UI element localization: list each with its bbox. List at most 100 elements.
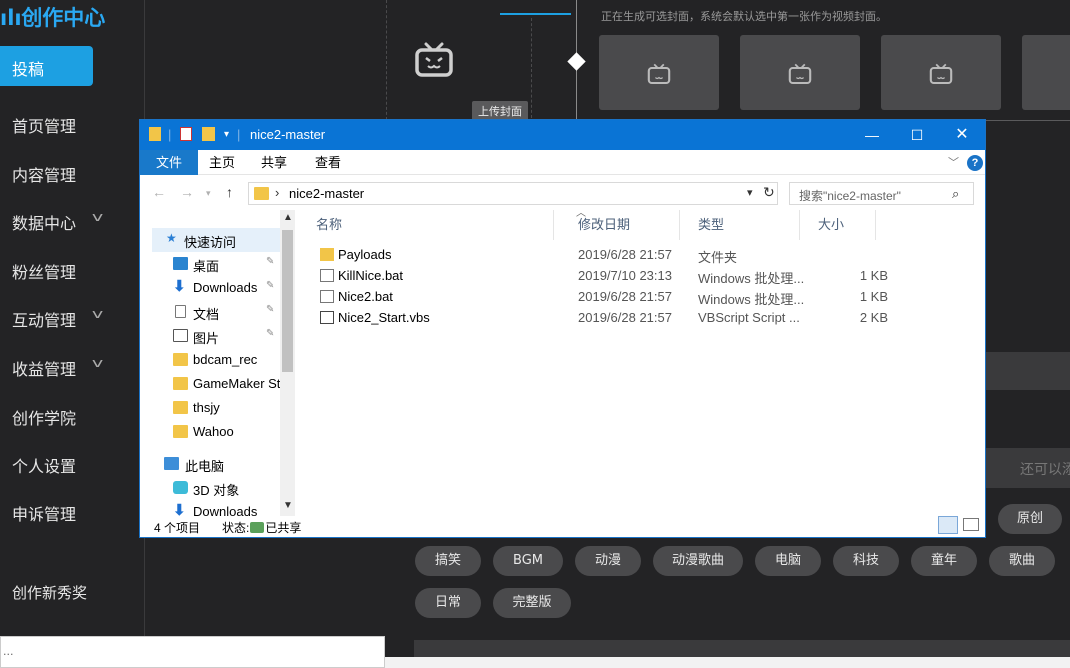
column-header-name[interactable]: 名称 [298, 210, 554, 240]
cube-icon [173, 481, 188, 494]
bottom-input-field[interactable]: ... [0, 636, 385, 668]
tab-view[interactable]: 查看 [304, 150, 352, 175]
pin-icon[interactable]: ✎ [266, 280, 274, 291]
nav-item-settings[interactable]: 个人设置 [12, 453, 76, 477]
nav-item-data-center[interactable]: 数据中心 v [12, 210, 103, 234]
file-explorer-window[interactable]: | ▾ | nice2-master — ☐ ✕ 文件 主页 共享 查看 ﹀ ?… [139, 119, 986, 538]
sidebar-item-pictures[interactable]: 图片 ✎ [140, 324, 280, 348]
nav-item-fans[interactable]: 粉丝管理 [12, 259, 76, 283]
tab-home[interactable]: 主页 [198, 150, 246, 175]
cover-thumbnail[interactable] [740, 35, 860, 110]
quick-access-dropdown-icon[interactable]: ▾ [224, 129, 229, 140]
tag-chip[interactable]: 电脑 [755, 546, 821, 576]
nav-item-academy[interactable]: 创作学院 [12, 405, 76, 429]
nav-item-appeal[interactable]: 申诉管理 [12, 501, 76, 525]
sidebar-item-quick-access[interactable]: ★ 快速访问 [152, 228, 280, 252]
maximize-button[interactable]: ☐ [894, 120, 940, 150]
tag-input[interactable]: 还可以添 [986, 448, 1070, 488]
original-tag-button[interactable]: 原创 [998, 504, 1062, 534]
sidebar-item-thsjy[interactable]: thsjy [140, 396, 280, 420]
pin-icon[interactable]: ✎ [266, 304, 274, 315]
folder-icon [173, 353, 188, 366]
chevron-down-icon[interactable]: ﹀ [948, 154, 959, 170]
scroll-down-icon[interactable]: ▼ [283, 500, 293, 511]
tag-chip[interactable]: 科技 [833, 546, 899, 576]
creator-brand[interactable]: ılı 创作中心 [0, 2, 105, 32]
breadcrumb-separator-icon[interactable]: › [275, 185, 279, 200]
brand-title: 创作中心 [21, 6, 106, 30]
cover-thumbnail[interactable] [599, 35, 719, 110]
back-arrow-icon[interactable]: ← [152, 184, 166, 200]
file-date: 2019/6/28 21:57 [578, 289, 672, 304]
large-icons-view-icon[interactable] [963, 518, 979, 531]
tag-chip[interactable]: BGM [493, 546, 563, 576]
sidebar-item-wahoo[interactable]: Wahoo [140, 420, 280, 444]
file-size: 1 KB [859, 268, 888, 283]
minimize-button[interactable]: — [849, 120, 895, 150]
sidebar-item-3d-objects[interactable]: 3D 对象 [140, 476, 280, 500]
tag-chip[interactable]: 动漫 [575, 546, 641, 576]
tab-share[interactable]: 共享 [250, 150, 298, 175]
pin-icon[interactable]: ✎ [266, 256, 274, 267]
file-row-nice2-start[interactable]: Nice2_Start.vbs 2019/6/28 21:57 VBScript… [298, 308, 898, 329]
nav-item-label: 个人设置 [12, 457, 77, 476]
refresh-icon[interactable]: ↻ [763, 184, 775, 201]
chevron-down-icon[interactable]: ▾ [747, 186, 753, 199]
file-row-nice2[interactable]: Nice2.bat 2019/6/28 21:57 Windows 批处理...… [298, 287, 898, 308]
sidebar-item-downloads-pc[interactable]: ⬇ Downloads [140, 500, 280, 516]
sidebar-item-label: 此电脑 [185, 459, 225, 474]
upload-button[interactable]: 投稿 [0, 46, 93, 86]
breadcrumb[interactable]: nice2-master [289, 186, 364, 201]
upload-cover-button[interactable]: 上传封面 [472, 101, 528, 121]
tab-file[interactable]: 文件 [140, 150, 198, 175]
nav-scrollbar[interactable]: ▲ ▼ [280, 210, 295, 516]
forward-arrow-icon[interactable]: → [180, 184, 194, 200]
sidebar-item-bdcam[interactable]: bdcam_rec [140, 348, 280, 372]
creator-award-link[interactable]: 创作新秀奖 [12, 582, 87, 603]
column-header-type[interactable]: 类型 [680, 210, 800, 240]
help-icon[interactable]: ? [967, 155, 983, 171]
column-header-size[interactable]: 大小 [800, 210, 876, 240]
file-row-killnice[interactable]: KillNice.bat 2019/7/10 23:13 Windows 批处理… [298, 266, 898, 287]
search-icon[interactable]: ⌕ [952, 186, 959, 202]
file-row-payloads[interactable]: Payloads 2019/6/28 21:57 文件夹 [298, 245, 898, 266]
nav-item-content[interactable]: 内容管理 [12, 162, 76, 186]
file-name: Nice2.bat [338, 289, 393, 304]
recent-locations-icon[interactable]: ▾ [206, 188, 211, 199]
sidebar-item-gamemaker[interactable]: GameMaker St [140, 372, 280, 396]
tag-chip[interactable]: 完整版 [493, 588, 571, 618]
address-bar[interactable]: › nice2-master ▾ ↻ [248, 182, 778, 205]
search-input[interactable]: 搜索"nice2-master" ⌕ [789, 182, 974, 205]
details-view-icon[interactable] [938, 516, 958, 534]
sidebar-item-this-pc[interactable]: 此电脑 [140, 452, 280, 476]
tag-chip[interactable]: 歌曲 [989, 546, 1055, 576]
scroll-thumb[interactable] [282, 230, 293, 372]
window-titlebar[interactable]: | ▾ | nice2-master — ☐ ✕ [140, 120, 985, 150]
cover-thumbnail[interactable] [1022, 35, 1070, 110]
tag-chip[interactable]: 童年 [911, 546, 977, 576]
sidebar-item-downloads[interactable]: ⬇ Downloads ✎ [140, 276, 280, 300]
tag-chip[interactable]: 动漫歌曲 [653, 546, 743, 576]
nav-item-home[interactable]: 首页管理 [12, 113, 76, 137]
column-header-date[interactable]: 修改日期 [560, 210, 680, 240]
sidebar-item-documents[interactable]: 文档 ✎ [140, 300, 280, 324]
properties-icon[interactable] [180, 127, 192, 144]
close-button[interactable]: ✕ [939, 120, 985, 150]
tag-chip[interactable]: 日常 [415, 588, 481, 618]
cover-thumbnail[interactable] [881, 35, 1001, 110]
timeline-handle[interactable] [567, 52, 586, 71]
computer-icon [164, 457, 179, 470]
file-name: Nice2_Start.vbs [338, 310, 430, 325]
tag-chip[interactable]: 搞笑 [415, 546, 481, 576]
tv-icon [788, 63, 812, 89]
pin-icon[interactable]: ✎ [266, 328, 274, 339]
nav-item-revenue[interactable]: 收益管理 v [12, 356, 103, 380]
sidebar-item-label: 3D 对象 [193, 483, 240, 498]
nav-item-label: 粉丝管理 [12, 263, 77, 282]
new-folder-icon[interactable] [202, 127, 215, 144]
sidebar-item-desktop[interactable]: 桌面 ✎ [140, 252, 280, 276]
scroll-up-icon[interactable]: ▲ [283, 212, 293, 223]
nav-item-interaction[interactable]: 互动管理 v [12, 307, 103, 331]
up-arrow-icon[interactable]: ↑ [226, 184, 233, 200]
tv-icon [414, 42, 454, 82]
